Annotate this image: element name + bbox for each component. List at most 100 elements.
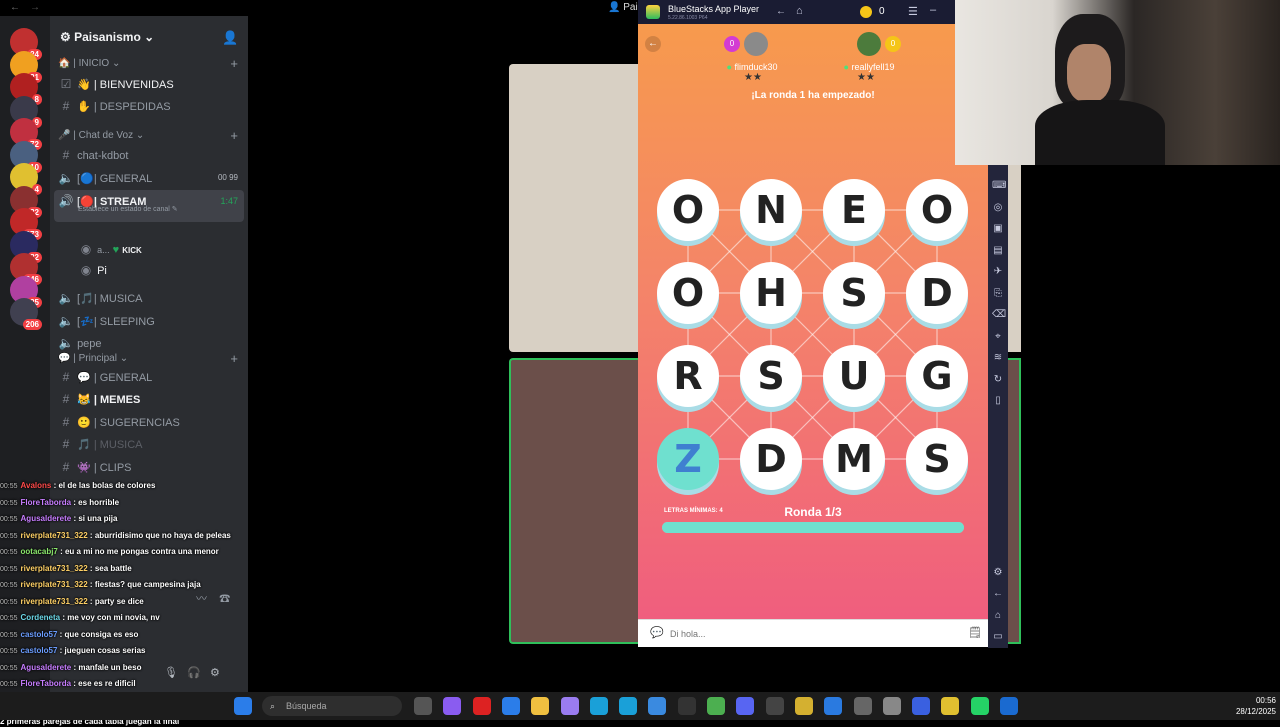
forward-arrow-icon[interactable]: → bbox=[30, 2, 40, 13]
capcut-icon[interactable] bbox=[824, 697, 843, 715]
letter-tile[interactable]: E bbox=[823, 179, 885, 241]
video-tile-bottom[interactable] bbox=[509, 358, 638, 644]
voice-channel-general[interactable]: 🔈 [🔵| GENERAL 00 99 bbox=[54, 167, 244, 189]
edge-icon[interactable] bbox=[589, 697, 608, 715]
bluestacks-icon[interactable] bbox=[941, 697, 960, 715]
bluestacks-icon[interactable] bbox=[912, 697, 931, 715]
chat-message: 00:55 FloreTaborda : es horrible bbox=[0, 495, 320, 512]
whatsapp-icon[interactable] bbox=[970, 697, 989, 715]
voice-channel-stream[interactable]: 🔊 [🔴| STREAM 1:47 Establece un estado de… bbox=[54, 190, 244, 222]
windows-start-icon[interactable] bbox=[234, 697, 252, 715]
letter-tile[interactable]: N bbox=[740, 179, 802, 241]
letter-tile[interactable]: M bbox=[823, 428, 885, 490]
pen-icon[interactable] bbox=[560, 697, 579, 715]
letter-tile[interactable]: Z bbox=[657, 428, 719, 490]
settings-icon[interactable]: ⚙ bbox=[992, 567, 1004, 579]
settings-icon[interactable] bbox=[853, 697, 872, 715]
media-icon[interactable]: ▤ bbox=[992, 245, 1004, 257]
channel-clips[interactable]: # 👾 | CLIPS bbox=[54, 456, 244, 478]
split-icon[interactable]: ▯ bbox=[992, 395, 1004, 407]
server-icon[interactable]: 206 bbox=[10, 298, 42, 330]
game-screen: ← 0 ● flimduck30 ★★ 0 ● reallyfell19 ★★ … bbox=[638, 24, 988, 619]
keyboard-icon[interactable]: ⌨ bbox=[992, 180, 1006, 192]
add-channel-icon[interactable]: + bbox=[230, 128, 238, 143]
capture-icon[interactable] bbox=[882, 697, 901, 715]
game-chat-input[interactable] bbox=[670, 626, 950, 642]
terminal-icon[interactable] bbox=[677, 697, 696, 715]
letter-tile[interactable]: H bbox=[740, 262, 802, 324]
add-member-icon[interactable]: 👤 bbox=[222, 30, 238, 46]
layers-icon[interactable]: ≋ bbox=[992, 352, 1004, 364]
chat-icon: 💬 bbox=[650, 627, 664, 639]
copilot-icon[interactable] bbox=[443, 697, 462, 715]
letter-tile[interactable]: O bbox=[657, 262, 719, 324]
category-chat-de-voz[interactable]: 🎤 | Chat de Voz ⌄ bbox=[58, 130, 144, 141]
checkbox-icon: ☑ bbox=[60, 77, 72, 91]
voice-channel-musica[interactable]: 🔈 [🎵| MUSICA bbox=[54, 287, 244, 309]
minimize-icon[interactable]: – bbox=[930, 4, 936, 16]
chat-timestamp: 00:55 bbox=[0, 664, 18, 672]
discord-icon[interactable] bbox=[736, 697, 755, 715]
voice-channel-sleeping[interactable]: 🔈 [💤| SLEEPING bbox=[54, 310, 244, 332]
task-view-icon[interactable] bbox=[414, 697, 432, 715]
app-icon[interactable] bbox=[619, 697, 638, 715]
category-principal[interactable]: 💬 | Principal ⌄ bbox=[58, 353, 128, 364]
clock[interactable]: 00:56 28/12/2025 bbox=[1212, 695, 1276, 717]
server-header[interactable]: ⚙ Paisanismo ⌄ bbox=[60, 30, 154, 44]
letter-tile[interactable]: G bbox=[906, 345, 968, 407]
voice-member[interactable]: ◉ Pi bbox=[74, 259, 244, 281]
letter-tile[interactable]: O bbox=[657, 179, 719, 241]
folder-icon[interactable] bbox=[531, 697, 550, 715]
chrome-icon[interactable] bbox=[707, 697, 725, 715]
letter-tile[interactable]: U bbox=[823, 345, 885, 407]
add-channel-icon[interactable]: + bbox=[230, 351, 238, 366]
opera-icon[interactable] bbox=[472, 697, 491, 715]
taskbar-search[interactable]: ⌕ Búsqueda bbox=[262, 696, 402, 716]
mail-icon[interactable] bbox=[648, 697, 667, 715]
channel-despedidas[interactable]: # ✋ | DESPEDIDAS bbox=[54, 95, 244, 117]
voice-member[interactable]: ◉ a... ♥ KICK bbox=[74, 238, 244, 260]
airplane-icon[interactable]: ✈ bbox=[992, 266, 1004, 278]
channel-bienvenidas[interactable]: ☑ 👋 | BIENVENIDAS bbox=[54, 73, 244, 95]
letter-tile[interactable]: D bbox=[906, 262, 968, 324]
back-icon[interactable]: ← bbox=[776, 6, 786, 17]
back-arrow-icon[interactable]: ← bbox=[10, 2, 20, 13]
screenshot-icon[interactable]: ◎ bbox=[992, 202, 1004, 214]
home-icon[interactable]: ⌂ bbox=[992, 610, 1004, 622]
chat-text: : que consiga es eso bbox=[57, 629, 139, 639]
channel-musica-text[interactable]: # 🎵 | MUSICA bbox=[54, 433, 244, 455]
letter-tile[interactable]: O bbox=[906, 179, 968, 241]
channel-general[interactable]: # 💬 | GENERAL bbox=[54, 366, 244, 388]
voice-channel-pepe[interactable]: 🔈 pepe bbox=[54, 332, 244, 354]
category-inicio[interactable]: 🏠 | INICIO ⌄ bbox=[58, 58, 120, 69]
resize-icon[interactable]: ⎘ bbox=[992, 288, 1004, 300]
store-icon[interactable] bbox=[501, 697, 520, 715]
recent-apps-icon[interactable]: ▭ bbox=[992, 631, 1004, 643]
server-name: Paisanismo bbox=[74, 30, 141, 44]
letter-tile[interactable]: R bbox=[657, 345, 719, 407]
letter-tile[interactable]: S bbox=[906, 428, 968, 490]
sticker-icon[interactable]: 🗒 bbox=[968, 626, 982, 639]
back-icon[interactable]: ← bbox=[992, 588, 1004, 600]
eraser-icon[interactable]: ⌫ bbox=[992, 309, 1006, 321]
home-icon[interactable]: ⌂ bbox=[796, 5, 803, 17]
channel-memes[interactable]: # 😹 | MEMES bbox=[54, 388, 244, 410]
heart-icon: ♥ bbox=[112, 244, 120, 256]
video-tile-top[interactable] bbox=[509, 64, 638, 352]
menu-icon[interactable]: ☰ bbox=[908, 5, 918, 18]
vegas-icon[interactable] bbox=[794, 697, 813, 715]
record-icon[interactable]: ▣ bbox=[992, 223, 1004, 235]
rotate-icon[interactable]: ↻ bbox=[992, 374, 1004, 386]
speaker-icon: 🔈 bbox=[58, 336, 74, 350]
location-icon[interactable]: ⌖ bbox=[992, 331, 1004, 343]
channel-status[interactable]: Establece un estado de canal ✎ bbox=[78, 204, 178, 216]
letter-tile[interactable]: S bbox=[823, 262, 885, 324]
add-channel-icon[interactable]: + bbox=[230, 56, 238, 71]
letter-tile[interactable]: S bbox=[740, 345, 802, 407]
letter-tile[interactable]: D bbox=[740, 428, 802, 490]
channel-sugerencias[interactable]: # 🙂 | SUGERENCIAS bbox=[54, 411, 244, 433]
outlook-icon[interactable] bbox=[1000, 697, 1018, 715]
channel-chat-kdbot[interactable]: # chat-kdbot bbox=[54, 144, 244, 166]
chat-text: : es horrible bbox=[71, 497, 120, 507]
obs-icon[interactable] bbox=[765, 697, 784, 715]
